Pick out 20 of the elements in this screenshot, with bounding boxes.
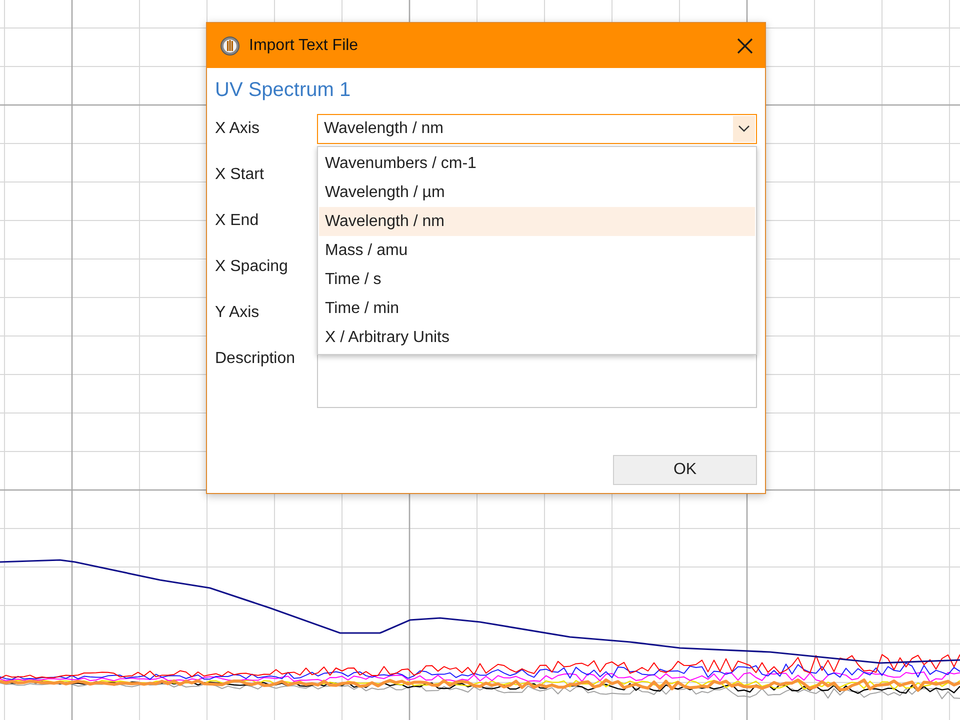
dropdown-option[interactable]: Wavelength / nm bbox=[319, 207, 755, 236]
field-label: X End bbox=[215, 212, 260, 230]
window-title: Import Text File bbox=[249, 36, 360, 54]
dropdown-option[interactable]: X / Arbitrary Units bbox=[319, 323, 755, 352]
field-label: X Start bbox=[215, 166, 265, 184]
spectrum-heading: UV Spectrum 1 bbox=[215, 79, 352, 102]
ok-button[interactable]: OK bbox=[613, 455, 757, 485]
dropdown-option[interactable]: Wavelength / µm bbox=[319, 178, 755, 207]
field-label: X Axis bbox=[215, 120, 260, 138]
dropdown-option[interactable]: Mass / amu bbox=[319, 236, 755, 265]
close-icon bbox=[737, 38, 753, 54]
dropdown-option[interactable]: Time / s bbox=[319, 265, 755, 294]
dropdown-option[interactable]: Time / min bbox=[319, 294, 755, 323]
app-logo-icon bbox=[220, 36, 240, 56]
dropdown-value: Wavelength / nm bbox=[324, 120, 444, 138]
x-axis-dropdown[interactable]: Wavelength / nm bbox=[317, 114, 757, 144]
field-label: X Spacing bbox=[215, 258, 289, 276]
field-label: Description bbox=[215, 349, 296, 368]
dropdown-option[interactable]: Wavenumbers / cm-1 bbox=[319, 149, 755, 178]
field-label: Y Axis bbox=[215, 304, 260, 322]
